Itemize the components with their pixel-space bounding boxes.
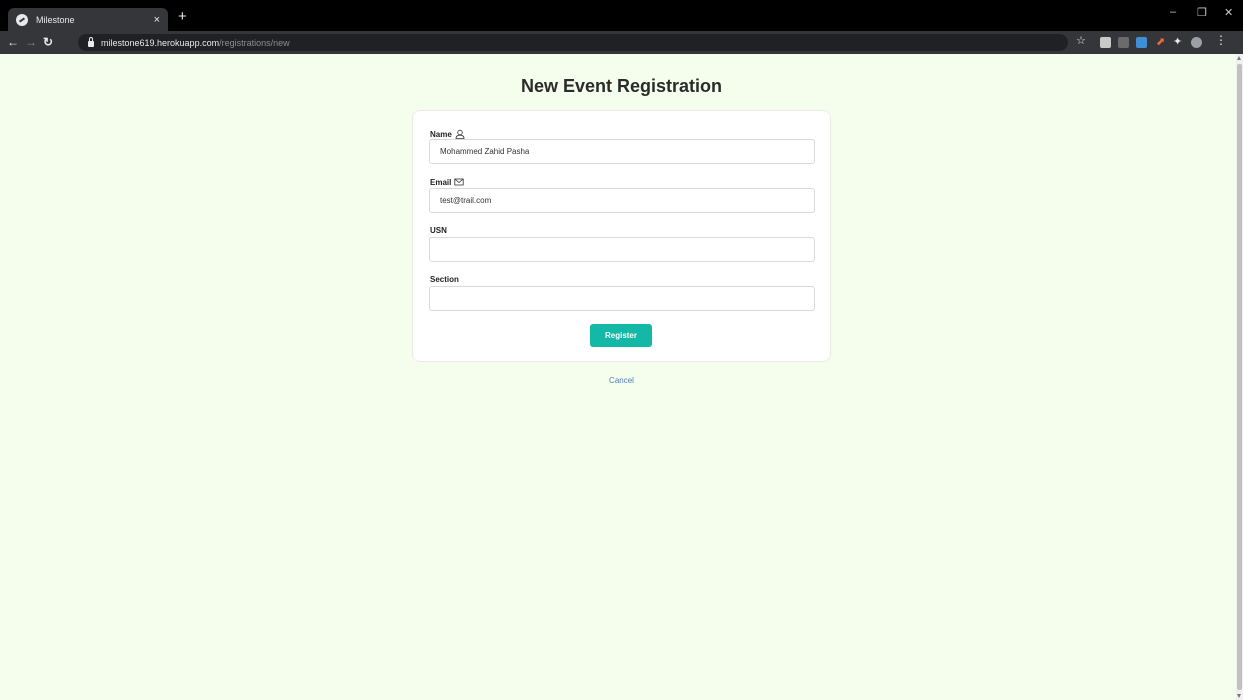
extension-icon[interactable] <box>1100 37 1111 48</box>
user-icon <box>455 129 465 139</box>
name-label: Name <box>430 129 465 139</box>
url-host: milestone619.herokuapp.com <box>101 37 220 48</box>
minimize-button[interactable]: – <box>1170 6 1176 18</box>
reload-icon[interactable]: ↻ <box>43 35 53 49</box>
registration-form: Name Email USN Section Register <box>412 110 831 362</box>
extension-icon[interactable] <box>1118 37 1129 48</box>
extensions-puzzle-icon[interactable]: ✦ <box>1173 37 1184 48</box>
forward-arrow-icon[interactable]: → <box>25 35 37 49</box>
address-bar[interactable]: milestone619.herokuapp.com /registration… <box>78 34 1068 51</box>
cancel-link[interactable]: Cancel <box>0 376 1243 385</box>
lock-icon <box>88 36 94 47</box>
menu-kebab-icon[interactable]: ⋮ <box>1215 34 1227 46</box>
usn-field[interactable] <box>429 237 815 262</box>
milestone-favicon-icon <box>16 13 28 26</box>
page-title: New Event Registration <box>520 76 723 96</box>
profile-avatar-icon[interactable] <box>1191 37 1202 48</box>
envelope-icon <box>454 178 464 186</box>
browser-tab[interactable]: Milestone × <box>8 8 168 31</box>
tab-close-icon[interactable]: × <box>154 14 160 26</box>
page-scrollbar[interactable] <box>1236 54 1243 700</box>
bookmark-star-icon[interactable]: ☆ <box>1076 35 1087 47</box>
browser-tab-bar: Milestone × + – ❐ ✕ <box>0 0 1243 31</box>
back-arrow-icon[interactable]: ← <box>7 35 19 49</box>
section-label: Section <box>430 275 459 284</box>
close-window-button[interactable]: ✕ <box>1224 6 1233 19</box>
usn-label: USN <box>430 226 447 235</box>
name-label-text: Name <box>430 129 452 139</box>
browser-toolbar: ← → ↻ milestone619.herokuapp.com /regist… <box>0 31 1243 54</box>
url-path: /registrations/new <box>219 37 290 48</box>
register-button[interactable]: Register <box>590 324 652 347</box>
name-field[interactable] <box>429 139 815 164</box>
email-label-text: Email <box>430 177 452 187</box>
email-field[interactable] <box>429 188 815 213</box>
scroll-down-arrow-icon[interactable] <box>1237 694 1241 698</box>
tab-title: Milestone <box>36 14 75 25</box>
section-field[interactable] <box>429 286 815 311</box>
scroll-thumb[interactable] <box>1237 64 1242 690</box>
scroll-up-arrow-icon[interactable] <box>1237 56 1241 60</box>
new-tab-button[interactable]: + <box>178 9 187 24</box>
email-label: Email <box>430 177 464 187</box>
restore-button[interactable]: ❐ <box>1197 6 1207 19</box>
extension-icon[interactable] <box>1136 37 1147 48</box>
extension-icon[interactable]: ⬈ <box>1156 37 1167 48</box>
